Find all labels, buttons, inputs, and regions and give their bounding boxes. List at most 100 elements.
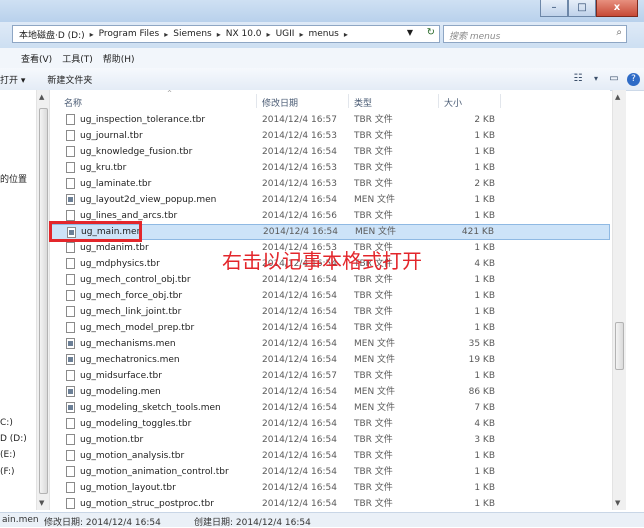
file-size: 35 KB xyxy=(468,339,495,349)
column-headers: ^ 名称 修改日期 类型 大小 xyxy=(50,90,610,112)
scroll-up-arrow[interactable]: ▲ xyxy=(39,93,44,101)
file-date: 2014/12/4 16:54 xyxy=(262,275,337,285)
file-row[interactable]: ug_mech_control_obj.tbr 2014/12/4 16:54 TB… xyxy=(50,272,610,288)
scroll-thumb[interactable] xyxy=(615,322,624,370)
file-date: 2014/12/4 16:57 xyxy=(262,371,337,381)
file-row[interactable]: ug_modeling_sketch_tools.men 2014/12/4 16… xyxy=(50,400,610,416)
file-row[interactable]: ug_layout2d_view_popup.men 2014/12/4 16:5… xyxy=(50,192,610,208)
open-button[interactable]: 打开 ▾ xyxy=(0,73,25,86)
tbr-file-icon xyxy=(66,306,75,317)
menu-help[interactable]: 帮助(H) xyxy=(98,52,140,65)
file-size: 1 KB xyxy=(474,291,495,301)
breadcrumb-nx10[interactable]: NX 10.0 xyxy=(223,29,265,39)
file-name: ug_mech_model_prep.tbr xyxy=(80,323,195,333)
file-type: TBR 文件 xyxy=(354,115,393,125)
column-date[interactable]: 修改日期 xyxy=(262,96,298,109)
chevron-right-icon[interactable]: ▸ xyxy=(297,30,305,39)
view-options-icon[interactable]: ☷ xyxy=(569,71,587,87)
file-name: ug_mdphysics.tbr xyxy=(80,259,160,269)
file-row[interactable]: ug_motion_layout.tbr 2014/12/4 16:54 TBR 文… xyxy=(50,480,610,496)
scroll-up-arrow[interactable]: ▲ xyxy=(615,93,620,101)
file-size: 3 KB xyxy=(474,435,495,445)
chevron-right-icon[interactable]: ▸ xyxy=(162,30,170,39)
file-date: 2014/12/4 16:54 xyxy=(262,195,337,205)
file-row[interactable]: ug_midsurface.tbr 2014/12/4 16:57 TBR 文件 1 … xyxy=(50,368,610,384)
nav-item-location[interactable]: 的位置 xyxy=(0,172,27,185)
chevron-down-icon[interactable]: ▼ xyxy=(407,28,413,37)
men-file-icon xyxy=(66,354,75,365)
file-name: ug_mech_control_obj.tbr xyxy=(80,275,191,285)
nav-scrollbar[interactable]: ▲ ▼ xyxy=(36,90,50,510)
search-icon[interactable]: ⌕ xyxy=(616,27,622,38)
minimize-button[interactable]: – xyxy=(540,0,568,17)
breadcrumb-drive[interactable]: 本地磁盘·D (D:) xyxy=(16,28,88,41)
title-bar: – □ x xyxy=(0,0,644,22)
maximize-button[interactable]: □ xyxy=(568,0,596,17)
file-type: MEN 文件 xyxy=(355,227,397,237)
file-size: 1 KB xyxy=(474,147,495,157)
file-list-scrollbar[interactable]: ▲ ▼ xyxy=(612,90,626,510)
menu-view[interactable]: 查看(V) xyxy=(16,52,57,65)
breadcrumb-siemens[interactable]: Siemens xyxy=(170,29,214,39)
column-divider[interactable] xyxy=(438,94,439,108)
menu-tools[interactable]: 工具(T) xyxy=(57,52,98,65)
nav-item-drive-e[interactable]: (E:) xyxy=(0,450,16,460)
file-row[interactable]: ug_motion_analysis.tbr 2014/12/4 16:54 TBR… xyxy=(50,448,610,464)
file-type: TBR 文件 xyxy=(354,147,393,157)
chevron-right-icon[interactable]: ▸ xyxy=(215,30,223,39)
tbr-file-icon xyxy=(66,130,75,141)
status-file-name: ain.men xyxy=(2,515,39,525)
file-row[interactable]: ug_mechatronics.men 2014/12/4 16:54 MEN 文件… xyxy=(50,352,610,368)
men-file-icon xyxy=(66,338,75,349)
file-size: 1 KB xyxy=(474,131,495,141)
scroll-down-arrow[interactable]: ▼ xyxy=(615,499,620,507)
scroll-down-arrow[interactable]: ▼ xyxy=(39,499,44,507)
preview-pane-icon[interactable]: ▭ xyxy=(605,71,623,87)
file-size: 1 KB xyxy=(474,323,495,333)
chevron-right-icon[interactable]: ▸ xyxy=(265,30,273,39)
column-divider[interactable] xyxy=(256,94,257,108)
file-row[interactable]: ug_knowledge_fusion.tbr 2014/12/4 16:54 TB… xyxy=(50,144,610,160)
search-input[interactable]: 搜索 menus ⌕ xyxy=(443,25,627,43)
nav-item-drive-f[interactable]: (F:) xyxy=(0,467,15,477)
nav-item-drive-c[interactable]: C:) xyxy=(0,418,13,428)
file-name: ug_inspection_tolerance.tbr xyxy=(80,115,206,125)
breadcrumb-menus[interactable]: menus xyxy=(305,29,341,39)
chevron-right-icon[interactable]: ▸ xyxy=(88,30,96,39)
column-name[interactable]: 名称 xyxy=(64,96,82,109)
file-date: 2014/12/4 16:54 xyxy=(262,147,337,157)
file-row[interactable]: ug_mech_force_obj.tbr 2014/12/4 16:54 TBR … xyxy=(50,288,610,304)
new-folder-button[interactable]: 新建文件夹 xyxy=(47,73,92,86)
chevron-down-icon[interactable]: ▾ xyxy=(591,71,601,87)
address-bar[interactable]: 本地磁盘·D (D:) ▸ Program Files ▸ Siemens ▸ NX … xyxy=(12,25,440,43)
refresh-icon[interactable]: ↻ xyxy=(427,27,435,38)
tbr-file-icon xyxy=(66,370,75,381)
file-row[interactable]: ug_kru.tbr 2014/12/4 16:53 TBR 文件 1 KB xyxy=(50,160,610,176)
chevron-right-icon[interactable]: ▸ xyxy=(342,30,350,39)
nav-item-drive-d[interactable]: D (D:) xyxy=(0,434,27,444)
file-row[interactable]: ug_inspection_tolerance.tbr 2014/12/4 16:… xyxy=(50,112,610,128)
column-type[interactable]: 类型 xyxy=(354,96,372,109)
file-type: TBR 文件 xyxy=(354,291,393,301)
file-row[interactable]: ug_mech_link_joint.tbr 2014/12/4 16:54 TBR… xyxy=(50,304,610,320)
breadcrumb-ugii[interactable]: UGII xyxy=(273,29,298,39)
tbr-file-icon xyxy=(66,114,75,125)
file-date: 2014/12/4 16:54 xyxy=(262,307,337,317)
column-divider[interactable] xyxy=(500,94,501,108)
close-button[interactable]: x xyxy=(596,0,638,17)
breadcrumb-program-files[interactable]: Program Files xyxy=(96,29,163,39)
file-row[interactable]: ug_modeling.men 2014/12/4 16:54 MEN 文件 86 K… xyxy=(50,384,610,400)
file-row[interactable]: ug_laminate.tbr 2014/12/4 16:53 TBR 文件 2 KB xyxy=(50,176,610,192)
file-row[interactable]: ug_motion.tbr 2014/12/4 16:54 TBR 文件 3 KB xyxy=(50,432,610,448)
file-row[interactable]: ug_motion_animation_control.tbr 2014/12/4… xyxy=(50,464,610,480)
file-row[interactable]: ug_modeling_toggles.tbr 2014/12/4 16:54 TB… xyxy=(50,416,610,432)
help-icon[interactable]: ? xyxy=(627,72,640,86)
column-size[interactable]: 大小 xyxy=(444,96,462,109)
file-row[interactable]: ug_mech_model_prep.tbr 2014/12/4 16:54 TBR… xyxy=(50,320,610,336)
tbr-file-icon xyxy=(66,274,75,285)
file-row[interactable]: ug_motion_struc_postproc.tbr 2014/12/4 16… xyxy=(50,496,610,512)
file-row[interactable]: ug_journal.tbr 2014/12/4 16:53 TBR 文件 1 KB xyxy=(50,128,610,144)
column-divider[interactable] xyxy=(348,94,349,108)
scroll-thumb[interactable] xyxy=(39,108,48,494)
file-row[interactable]: ug_mechanisms.men 2014/12/4 16:54 MEN 文件 35… xyxy=(50,336,610,352)
